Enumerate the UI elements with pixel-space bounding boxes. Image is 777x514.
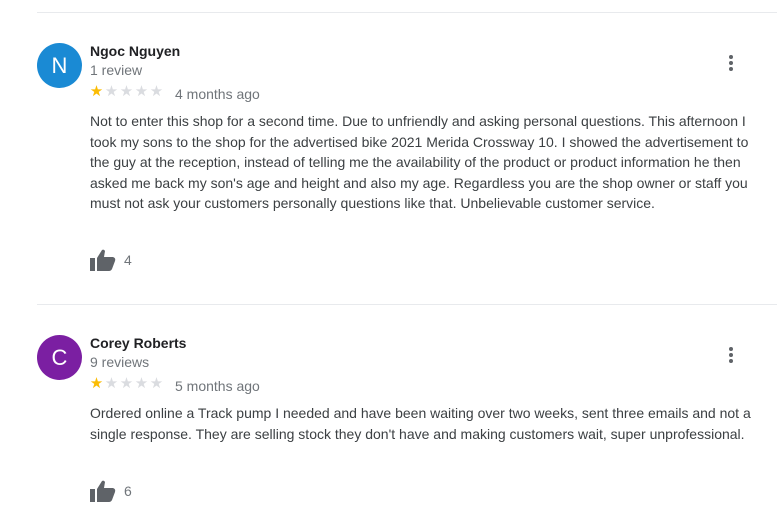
reviewer-name[interactable]: Ngoc Nguyen: [90, 43, 180, 59]
review-divider: [37, 304, 777, 305]
reviewer-name[interactable]: Corey Roberts: [90, 335, 186, 351]
review-count: 1 review: [90, 62, 143, 78]
star-icon: ★: [104, 83, 119, 100]
star-icon: ★: [119, 83, 134, 100]
review-date: 5 months ago: [175, 378, 260, 394]
avatar[interactable]: C: [37, 335, 82, 380]
like-count: 4: [124, 252, 132, 268]
star-icon: ★: [89, 375, 104, 392]
thumb-up-icon: [90, 249, 116, 271]
star-rating: ★ ★ ★ ★ ★: [89, 83, 164, 101]
star-icon: ★: [119, 375, 134, 392]
avatar[interactable]: N: [37, 43, 82, 88]
star-icon: ★: [149, 375, 164, 392]
star-icon: ★: [149, 83, 164, 100]
review-count: 9 reviews: [90, 354, 150, 370]
top-divider: [37, 12, 777, 13]
star-icon: ★: [134, 375, 149, 392]
more-vert-icon[interactable]: [724, 345, 738, 367]
thumb-up-icon: [90, 480, 116, 502]
review-date: 4 months ago: [175, 86, 260, 102]
star-icon: ★: [134, 83, 149, 100]
star-rating: ★ ★ ★ ★ ★: [89, 375, 164, 393]
review-text: Ordered online a Track pump I needed and…: [90, 405, 751, 442]
star-icon: ★: [89, 83, 104, 100]
review-text: Not to enter this shop for a second time…: [90, 113, 749, 211]
more-vert-icon[interactable]: [724, 53, 738, 75]
star-icon: ★: [104, 375, 119, 392]
like-count: 6: [124, 483, 132, 499]
